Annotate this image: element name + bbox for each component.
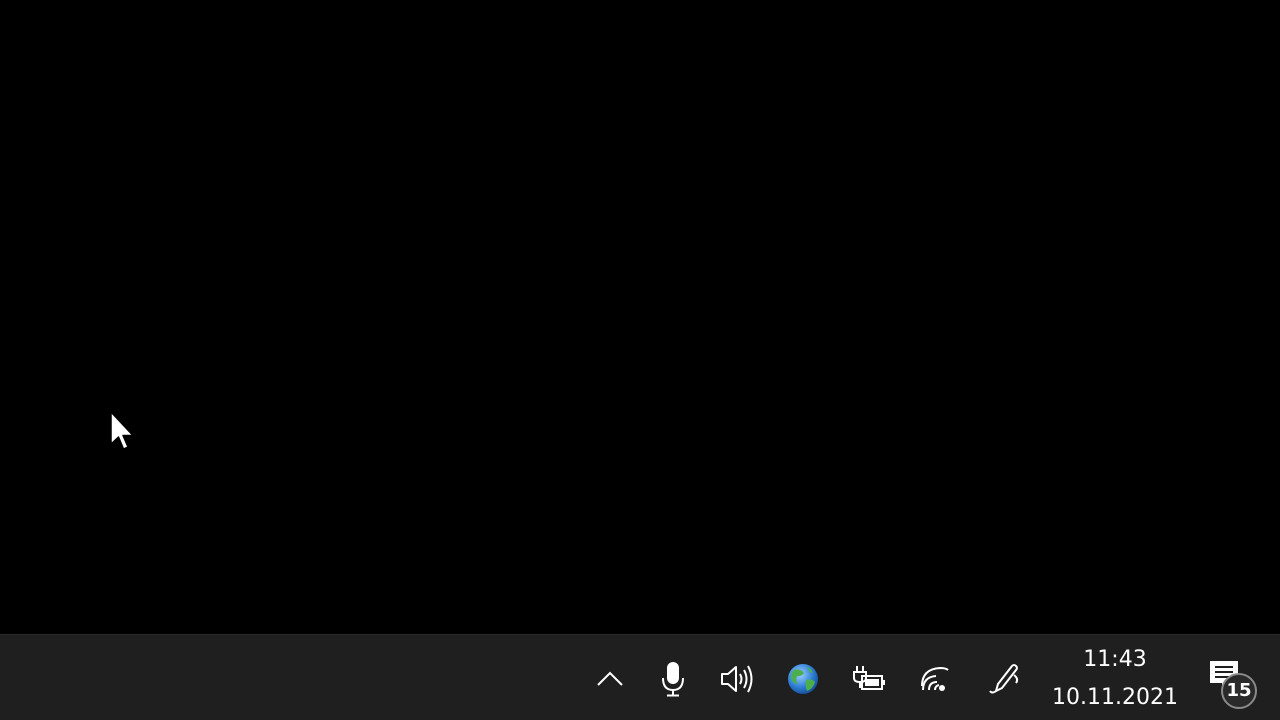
power-button[interactable] bbox=[846, 647, 890, 711]
clock-date: 10.11.2021 bbox=[1052, 685, 1178, 710]
volume-button[interactable] bbox=[715, 647, 759, 711]
show-hidden-icons-button[interactable] bbox=[588, 647, 632, 711]
wifi-icon bbox=[921, 666, 949, 691]
desktop bbox=[0, 0, 1280, 634]
clock-time: 11:43 bbox=[1083, 647, 1147, 672]
speaker-icon bbox=[721, 665, 753, 693]
pen-button[interactable] bbox=[983, 647, 1027, 711]
wifi-button[interactable] bbox=[914, 647, 956, 711]
chevron-up-icon bbox=[597, 671, 623, 686]
pen-icon bbox=[989, 664, 1019, 694]
battery-charging-icon bbox=[853, 666, 885, 690]
mouse-cursor-icon bbox=[110, 411, 134, 450]
microphone-icon bbox=[662, 662, 684, 697]
network-globe-button[interactable] bbox=[782, 647, 824, 711]
taskbar: 11:43 10.11.2021 15 bbox=[0, 634, 1280, 720]
notification-count-badge: 15 bbox=[1221, 673, 1257, 709]
microphone-button[interactable] bbox=[652, 647, 694, 711]
globe-icon bbox=[788, 664, 818, 694]
clock-button[interactable]: 11:43 10.11.2021 bbox=[1052, 639, 1178, 719]
